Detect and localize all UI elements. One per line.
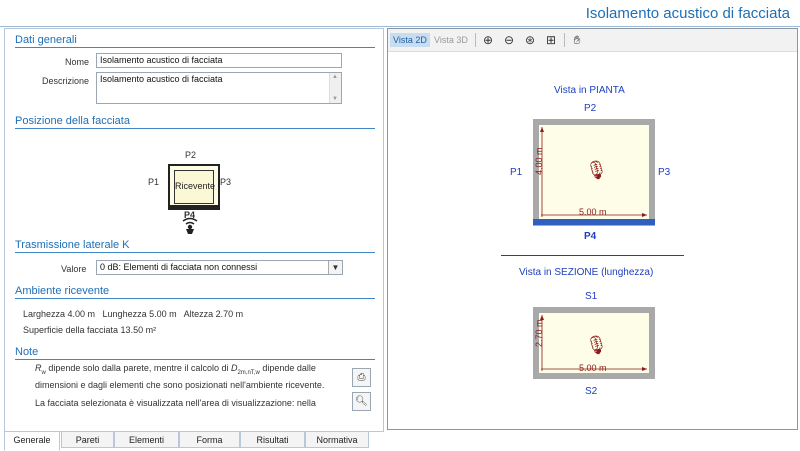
section-s1-label[interactable]: S1	[585, 291, 597, 302]
tab-pareti[interactable]: Pareti	[61, 431, 114, 448]
plan-p4-label[interactable]: P4	[584, 231, 596, 242]
lateral-value-label: Valore	[61, 264, 87, 274]
section-length-dimension: 5.00 m	[579, 363, 607, 373]
section-header-notes: Note	[15, 346, 375, 360]
description-text: Isolamento acustico di facciata	[100, 74, 223, 84]
plan-width-dimension: 4.00 m	[534, 147, 544, 175]
lateral-selected-value: 0 dB: Elementi di facciata non connessi	[100, 262, 258, 272]
facade-p2-label[interactable]: P2	[185, 150, 196, 160]
microphone-icon: 🎙︎	[585, 160, 608, 180]
description-scrollbar[interactable]: ▲ ▼	[329, 73, 341, 103]
section-view-title: Vista in SEZIONE (lunghezza)	[519, 267, 654, 278]
print-button[interactable]: ⎙	[352, 368, 371, 387]
section-header-position: Posizione della facciata	[15, 115, 375, 129]
section-height-dimension: 2.70 m	[534, 319, 544, 347]
tab-normativa[interactable]: Normativa	[305, 431, 369, 448]
views-divider	[501, 255, 684, 256]
zoom-in-icon[interactable]: ⊕	[480, 33, 496, 47]
section-header-general: Dati generali	[15, 34, 375, 48]
zoom-window-icon[interactable]: ⊛	[522, 33, 538, 47]
tab-risultati[interactable]: Risultati	[240, 431, 305, 448]
name-input[interactable]: Isolamento acustico di facciata	[96, 53, 342, 68]
toolbar-divider	[475, 33, 476, 47]
description-textarea[interactable]: Isolamento acustico di facciata ▲ ▼	[96, 72, 342, 104]
scroll-down-icon[interactable]: ▼	[332, 96, 338, 102]
facade-p4-selected-bar[interactable]	[168, 205, 220, 208]
tab-forma[interactable]: Forma	[179, 431, 240, 448]
tab-generale[interactable]: Generale	[4, 431, 60, 451]
facade-p1-label[interactable]: P1	[148, 177, 159, 187]
visualization-panel: Vista 2D Vista 3D ⊕ ⊖ ⊛ ⊞ ✋︎ Vista in PI…	[387, 28, 798, 430]
chevron-down-icon[interactable]: ▼	[328, 261, 342, 274]
plan-view-title: Vista in PIANTA	[554, 85, 625, 96]
title-divider	[0, 26, 800, 27]
facade-surface-text: Superficie della facciata 13.50 m²	[23, 325, 157, 335]
receiving-room-label: Ricevente	[174, 170, 215, 204]
tab-elementi[interactable]: Elementi	[114, 431, 179, 448]
zoom-out-icon[interactable]: ⊖	[501, 33, 517, 47]
facade-p3-label[interactable]: P3	[220, 177, 231, 187]
document-search-icon: 🔍︎	[355, 396, 368, 407]
plan-p3-label[interactable]: P3	[658, 167, 670, 178]
section-header-lateral: Trasmissione laterale K	[15, 239, 375, 253]
app-title: Isolamento acustico di facciata	[585, 5, 790, 22]
section-header-room: Ambiente ricevente	[15, 285, 375, 299]
facade-selector-room[interactable]: Ricevente	[168, 164, 220, 210]
microphone-icon: 🎙︎	[585, 335, 608, 355]
sound-source-icon	[179, 217, 201, 235]
notes-text: Rw dipende solo dalla parete, mentre il …	[35, 363, 325, 408]
tab-view-2d[interactable]: Vista 2D	[390, 33, 430, 47]
printer-icon: ⎙	[357, 372, 366, 383]
zoom-extents-icon[interactable]: ⊞	[543, 33, 559, 47]
description-label: Descrizione	[42, 76, 90, 86]
pan-hand-icon[interactable]: ✋︎	[569, 33, 585, 47]
plan-p2-label[interactable]: P2	[584, 103, 596, 114]
view-toolbar: Vista 2D Vista 3D ⊕ ⊖ ⊛ ⊞ ✋︎	[388, 29, 797, 52]
preview-button[interactable]: 🔍︎	[352, 392, 371, 411]
scroll-up-icon[interactable]: ▲	[332, 74, 338, 80]
plan-p4-selected-wall[interactable]	[533, 219, 655, 225]
properties-panel: Dati generali Nome Isolamento acustico d…	[4, 28, 384, 432]
room-dimensions-text: Larghezza 4.00 m Lunghezza 5.00 m Altezz…	[23, 309, 244, 319]
name-label: Nome	[65, 57, 90, 67]
plan-p1-label[interactable]: P1	[510, 167, 522, 178]
lateral-transmission-select[interactable]: 0 dB: Elementi di facciata non connessi …	[96, 260, 343, 275]
tab-view-3d[interactable]: Vista 3D	[431, 33, 471, 47]
toolbar-divider	[564, 33, 565, 47]
plan-length-dimension: 5.00 m	[579, 207, 607, 217]
section-s2-label[interactable]: S2	[585, 386, 597, 397]
